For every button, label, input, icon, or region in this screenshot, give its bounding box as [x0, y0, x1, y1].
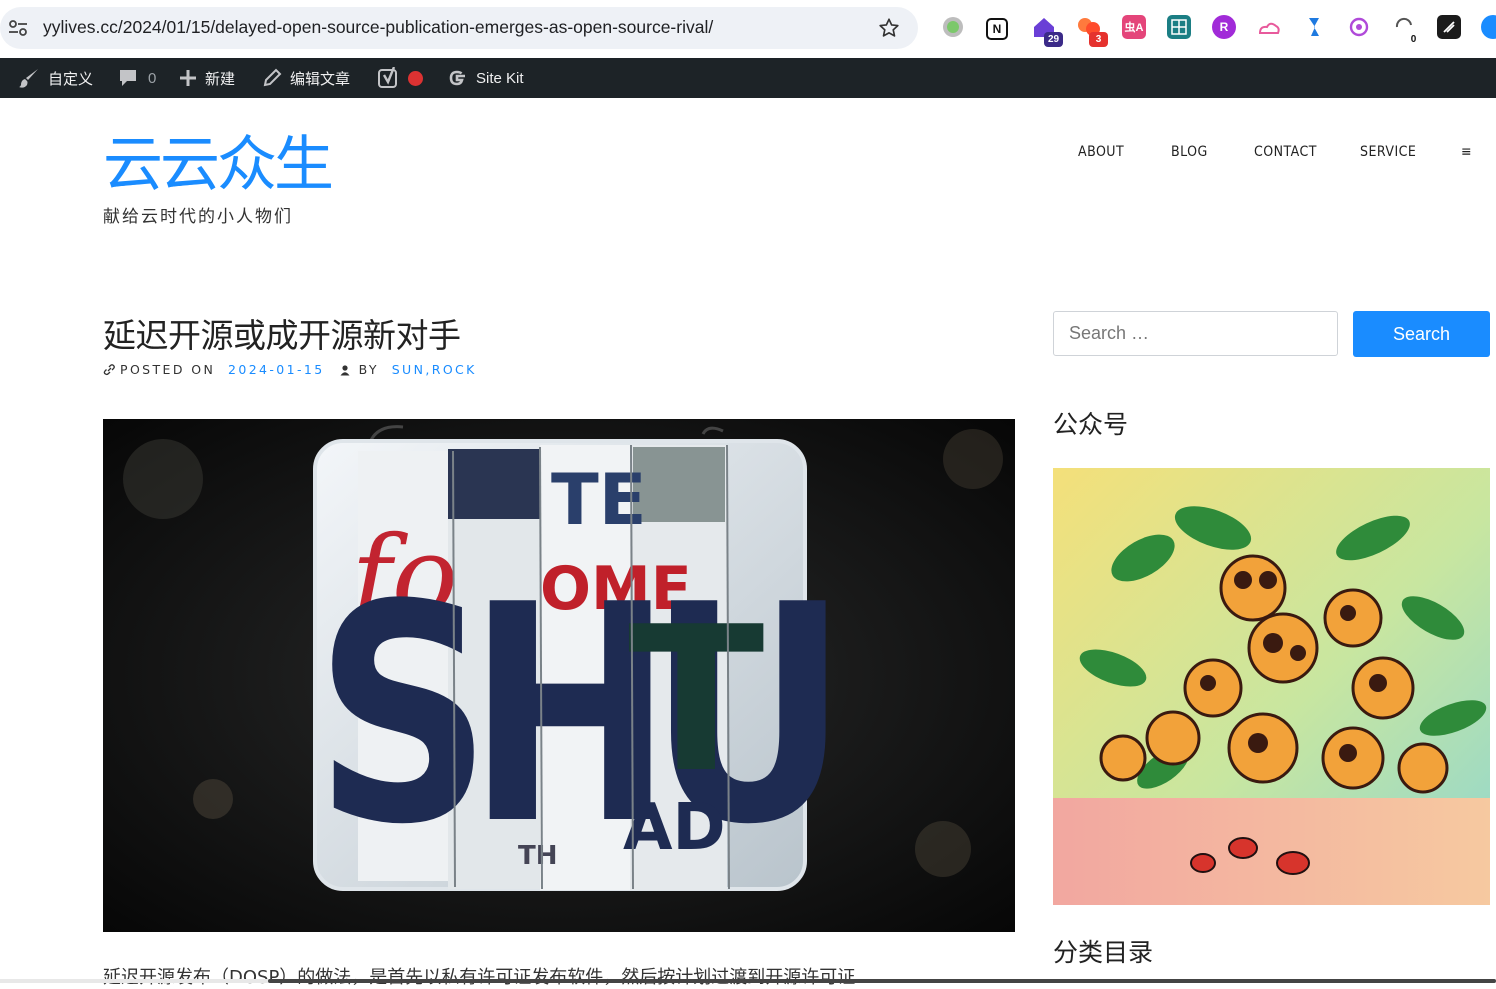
edge-extension-icon[interactable]	[1481, 15, 1496, 39]
svg-text:TH: TH	[518, 841, 558, 871]
admin-comments-link[interactable]: 0	[118, 58, 156, 98]
translate-extension-icon[interactable]: 虫A	[1122, 15, 1146, 39]
url-text[interactable]: yylives.cc/2024/01/15/delayed-open-sourc…	[43, 17, 713, 38]
sync-extension-icon[interactable]: 0	[1392, 15, 1423, 47]
plus-icon	[180, 70, 196, 86]
puzzle-extension-icon[interactable]: 3	[1077, 15, 1108, 47]
green-dot-extension-icon[interactable]	[941, 15, 965, 39]
link-icon	[103, 364, 115, 376]
address-bar[interactable]: yylives.cc/2024/01/15/delayed-open-sourc…	[0, 7, 918, 49]
svg-text:T: T	[628, 584, 764, 817]
nav-item-contact[interactable]: CONTACT	[1254, 144, 1317, 160]
nav-item-blog[interactable]: BLOG	[1171, 144, 1208, 160]
post-meta: POSTED ON 2024-01-15 BY SUN, ROCK	[103, 362, 477, 377]
horizontal-scrollbar[interactable]	[268, 979, 1496, 983]
grid-extension-icon[interactable]	[1167, 15, 1191, 39]
site-info-icon[interactable]	[8, 19, 28, 37]
google-g-icon	[449, 70, 465, 86]
menu-toggle-icon[interactable]: ≡	[1461, 144, 1472, 160]
post-date-link[interactable]: 2024-01-15	[228, 362, 325, 377]
author-link-sun[interactable]: SUN	[392, 362, 426, 377]
openai-extension-icon[interactable]	[1347, 15, 1371, 39]
dark-tile-extension-icon[interactable]	[1437, 15, 1461, 39]
posted-on-label: POSTED ON	[120, 362, 216, 377]
wp-admin-bar: 自定义 0 新建 编辑文章 Site Kit	[0, 58, 1496, 98]
site-tagline: 献给云时代的小人物们	[103, 207, 293, 227]
yoast-icon	[378, 67, 397, 88]
weather-extension-icon[interactable]	[1257, 15, 1281, 39]
svg-text:AD: AD	[623, 791, 726, 865]
nav-item-service[interactable]: SERVICE	[1360, 144, 1416, 160]
admin-site-kit-link[interactable]: Site Kit	[446, 58, 524, 98]
by-label: BY	[358, 362, 379, 377]
bookmark-star-icon[interactable]	[878, 17, 900, 39]
blue-bookmark-extension-icon[interactable]	[1302, 15, 1326, 39]
license-plate-sign-image: fo TE OME SHU T AD TH	[103, 419, 1015, 932]
wechat-image	[1053, 468, 1490, 905]
search-button[interactable]: Search	[1353, 311, 1490, 357]
post-title: 延迟开源或成开源新对手	[103, 316, 461, 355]
purple-r-extension-icon[interactable]: R	[1212, 15, 1236, 39]
notion-extension-icon[interactable]: N	[986, 18, 1008, 40]
ant-illustration-image	[1053, 468, 1490, 905]
admin-yoast-link[interactable]	[378, 58, 423, 98]
site-title[interactable]: 云云众生	[103, 126, 334, 204]
home-extension-icon[interactable]: 29	[1032, 15, 1063, 47]
seo-score-dot	[408, 70, 423, 86]
admin-new-link[interactable]: 新建	[179, 58, 235, 98]
pencil-icon	[263, 68, 282, 87]
admin-customize-link[interactable]: 自定义	[18, 58, 93, 98]
search-input[interactable]	[1053, 311, 1338, 356]
wechat-widget-title: 公众号	[1053, 410, 1129, 439]
nav-item-about[interactable]: ABOUT	[1078, 144, 1124, 160]
post-excerpt: 延迟开源发布（DOSP）的做法，是首先以私有许可证发布软件，然后按计划过渡到开源…	[103, 967, 856, 988]
categories-widget-title: 分类目录	[1053, 938, 1154, 967]
author-icon	[340, 364, 350, 375]
featured-image: fo TE OME SHU T AD TH	[103, 419, 1015, 932]
comment-bubble-icon	[120, 70, 136, 86]
paintbrush-icon	[19, 69, 38, 88]
author-link-rock[interactable]: ROCK	[432, 362, 477, 377]
browser-toolbar: yylives.cc/2024/01/15/delayed-open-sourc…	[0, 0, 1496, 58]
admin-edit-post-link[interactable]: 编辑文章	[262, 58, 350, 98]
